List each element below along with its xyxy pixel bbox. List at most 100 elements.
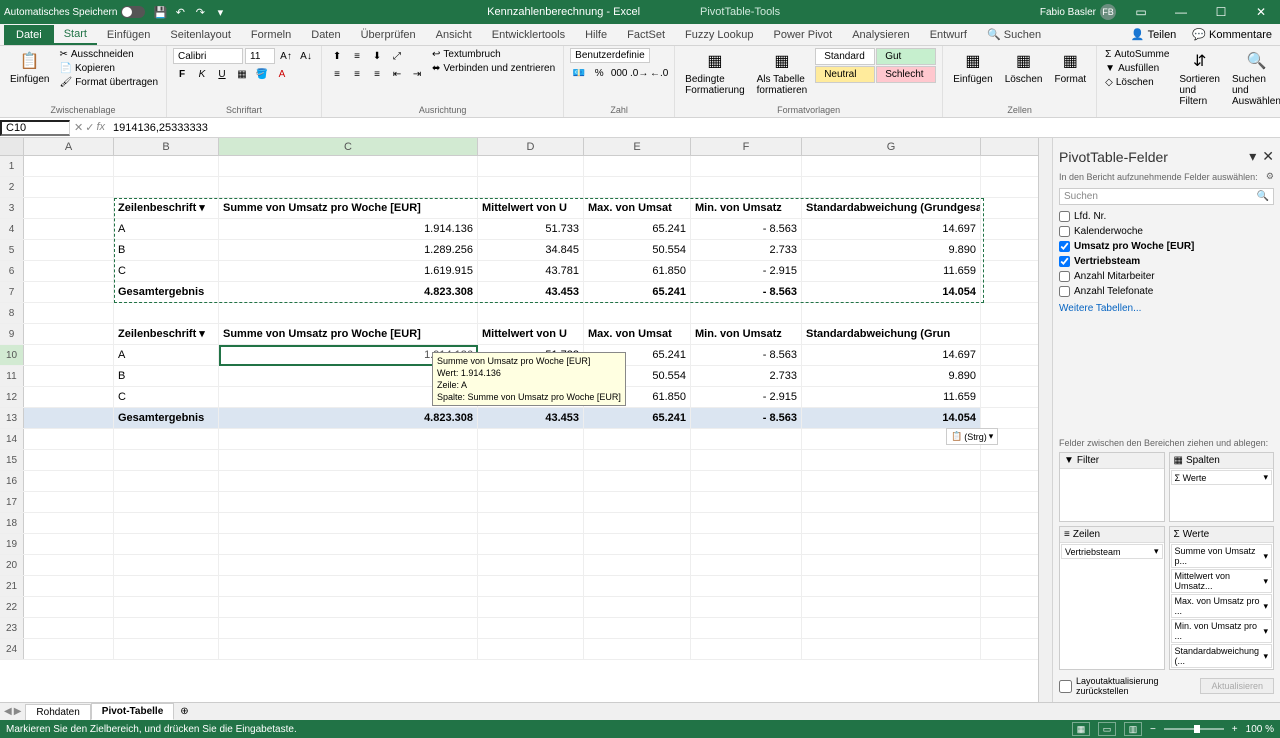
cell[interactable] (691, 534, 802, 554)
tab-file[interactable]: Datei (4, 25, 54, 45)
align-right-icon[interactable]: ≡ (368, 66, 386, 82)
inc-decimal-icon[interactable]: .0→ (630, 65, 648, 81)
cell[interactable] (114, 597, 219, 617)
cell[interactable] (478, 597, 584, 617)
cell[interactable] (24, 240, 114, 260)
cell[interactable]: Gesamtergebnis (114, 282, 219, 302)
cell[interactable] (24, 597, 114, 617)
indent-dec-icon[interactable]: ⇤ (388, 66, 406, 82)
area-item[interactable]: Mittelwert von Umsatz...▾ (1171, 569, 1273, 593)
cell[interactable]: - 2.915 (691, 261, 802, 281)
tab-help[interactable]: Hilfe (575, 26, 617, 44)
row-header[interactable]: 17 (0, 492, 24, 512)
col-header-e[interactable]: E (584, 138, 691, 155)
tab-insert[interactable]: Einfügen (97, 26, 160, 44)
cell[interactable] (24, 366, 114, 386)
align-middle-icon[interactable]: ≡ (348, 48, 366, 64)
row-header[interactable]: 20 (0, 555, 24, 575)
cell[interactable] (691, 597, 802, 617)
delete-cells-button[interactable]: ▦Löschen (1001, 48, 1047, 87)
cell[interactable]: Zeilenbeschrift ▾ (114, 198, 219, 218)
row-header[interactable]: 24 (0, 639, 24, 659)
tab-view[interactable]: Ansicht (426, 26, 482, 44)
cell[interactable]: C (114, 261, 219, 281)
wrap-text-button[interactable]: ↩ Textumbruch (430, 48, 557, 61)
align-bottom-icon[interactable]: ⬇ (368, 48, 386, 64)
row-header[interactable]: 5 (0, 240, 24, 260)
col-header-g[interactable]: G (802, 138, 981, 155)
cell[interactable]: 2.733 (691, 366, 802, 386)
conditional-format-button[interactable]: ▦Bedingte Formatierung (681, 48, 748, 98)
share-button[interactable]: 👤 Teilen (1123, 25, 1184, 44)
cell[interactable] (691, 303, 802, 323)
clear-button[interactable]: ◇ Löschen (1103, 76, 1171, 89)
cell[interactable] (584, 471, 691, 491)
cell[interactable] (219, 576, 478, 596)
cell[interactable]: - 8.563 (691, 345, 802, 365)
sheet-nav-next-icon[interactable]: ▶ (14, 706, 22, 717)
cell[interactable]: 9.890 (802, 366, 981, 386)
more-tables-link[interactable]: Weitere Tabellen... (1059, 299, 1274, 318)
row-header[interactable]: 19 (0, 534, 24, 554)
zoom-level[interactable]: 100 % (1246, 724, 1274, 735)
cell[interactable]: 14.054 (802, 408, 981, 428)
shrink-font-icon[interactable]: A↓ (297, 48, 315, 64)
filter-area[interactable]: ▼ Filter (1059, 452, 1165, 522)
cell[interactable] (24, 450, 114, 470)
cell[interactable]: Standardabweichung (Grun (802, 324, 981, 344)
tab-developer[interactable]: Entwicklertools (482, 26, 575, 44)
normal-view-icon[interactable]: ▦ (1072, 722, 1090, 736)
cell[interactable] (691, 429, 802, 449)
row-header[interactable]: 12 (0, 387, 24, 407)
copy-button[interactable]: 📄 Kopieren (57, 62, 160, 75)
cell[interactable] (478, 618, 584, 638)
cell[interactable]: 9.890 (802, 240, 981, 260)
cell[interactable] (24, 492, 114, 512)
cell[interactable]: 43.453 (478, 282, 584, 302)
bold-icon[interactable]: F (173, 66, 191, 82)
cell[interactable]: 51.733 (478, 219, 584, 239)
cell[interactable]: - 2.915 (691, 387, 802, 407)
style-good[interactable]: Gut (876, 48, 936, 65)
cell[interactable] (24, 303, 114, 323)
pagebreak-view-icon[interactable]: ▥ (1124, 722, 1142, 736)
field-search-input[interactable]: Suchen 🔍 (1059, 188, 1274, 205)
cancel-formula-icon[interactable]: ✕ (74, 121, 83, 134)
cell[interactable]: 65.241 (584, 219, 691, 239)
update-button[interactable]: Aktualisieren (1200, 678, 1274, 694)
cell[interactable] (584, 450, 691, 470)
cell[interactable]: 14.697 (802, 219, 981, 239)
cell[interactable] (478, 471, 584, 491)
sort-filter-button[interactable]: ⇵Sortieren und Filtern (1175, 48, 1224, 109)
row-header[interactable]: 11 (0, 366, 24, 386)
cell[interactable] (219, 513, 478, 533)
cell[interactable] (24, 324, 114, 344)
field-item[interactable]: Anzahl Mitarbeiter (1059, 269, 1274, 284)
grow-font-icon[interactable]: A↑ (277, 48, 295, 64)
field-item[interactable]: Lfd. Nr. (1059, 209, 1274, 224)
cell[interactable] (114, 513, 219, 533)
cell[interactable]: Zeilenbeschrift ▾ (114, 324, 219, 344)
values-area[interactable]: Σ Werte Summe von Umsatz p...▾Mittelwert… (1169, 526, 1275, 670)
thousands-icon[interactable]: 000 (610, 65, 628, 81)
format-painter-button[interactable]: 🖌 Format übertragen (57, 76, 160, 89)
cell[interactable] (691, 555, 802, 575)
font-size-selector[interactable] (245, 48, 275, 64)
cell[interactable]: 34.845 (478, 240, 584, 260)
sheet-tab-pivot[interactable]: Pivot-Tabelle (91, 703, 175, 720)
cell[interactable] (114, 534, 219, 554)
enter-formula-icon[interactable]: ✓ (85, 121, 94, 134)
select-all-corner[interactable] (0, 138, 24, 155)
cell[interactable]: - 8.563 (691, 408, 802, 428)
cell[interactable] (584, 534, 691, 554)
row-header[interactable]: 3 (0, 198, 24, 218)
cell[interactable] (584, 156, 691, 176)
cell[interactable] (219, 597, 478, 617)
cell[interactable] (691, 156, 802, 176)
row-header[interactable]: 22 (0, 597, 24, 617)
cell[interactable]: 1.619.915 (219, 261, 478, 281)
cell[interactable] (584, 177, 691, 197)
zoom-out-icon[interactable]: − (1150, 724, 1156, 735)
cell[interactable] (584, 576, 691, 596)
fill-color-icon[interactable]: 🪣 (253, 66, 271, 82)
